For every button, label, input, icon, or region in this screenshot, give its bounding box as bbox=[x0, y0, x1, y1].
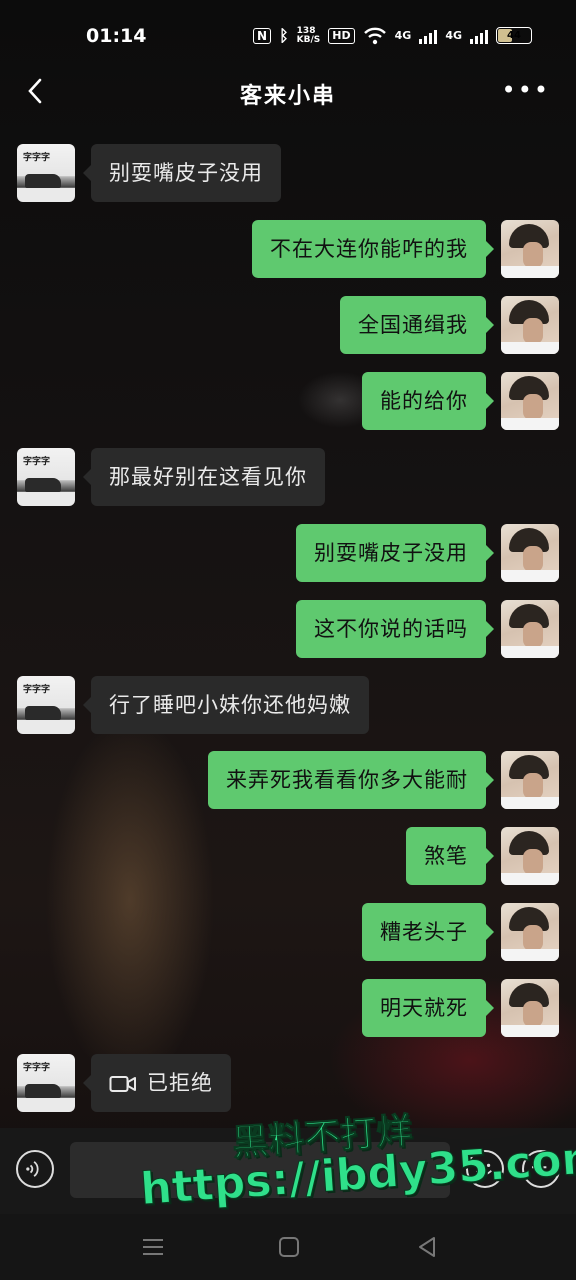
message-row: 来弄死我看看你多大能耐 bbox=[0, 751, 576, 809]
user-avatar[interactable] bbox=[501, 524, 559, 582]
wifi-icon bbox=[363, 27, 386, 44]
message-bubble-right[interactable]: 全国通缉我 bbox=[340, 296, 494, 354]
message-row: 能的给你 bbox=[0, 372, 576, 430]
video-call-status: 已拒绝 bbox=[147, 1071, 213, 1095]
network-type-1: 4G bbox=[394, 29, 412, 42]
status-bar: 01:14 N ᛒ 138 KB/S HD 4G 4G 44 bbox=[0, 0, 576, 72]
network-type-2: 4G bbox=[445, 29, 462, 42]
contact-avatar[interactable]: 字字字 bbox=[17, 144, 75, 202]
user-avatar[interactable] bbox=[501, 220, 559, 278]
user-avatar[interactable] bbox=[501, 827, 559, 885]
message-bubble-right[interactable]: 来弄死我看看你多大能耐 bbox=[208, 751, 494, 809]
battery-icon: 44 bbox=[496, 27, 532, 44]
message-row: 糟老头子 bbox=[0, 903, 576, 961]
message-bubble-left[interactable]: 那最好别在这看见你 bbox=[83, 448, 325, 506]
message-bubble-right[interactable]: 明天就死 bbox=[362, 979, 494, 1037]
message-bubble-right[interactable]: 煞笔 bbox=[406, 827, 494, 885]
chat-header: 客来小串 ••• bbox=[0, 72, 576, 112]
system-nav-bar bbox=[0, 1214, 576, 1280]
user-avatar[interactable] bbox=[501, 903, 559, 961]
status-icons: N ᛒ 138 KB/S HD 4G 4G 44 bbox=[253, 26, 532, 45]
user-avatar[interactable] bbox=[501, 979, 559, 1037]
menu-icon[interactable] bbox=[138, 1232, 168, 1262]
message-row: 这不你说的话吗 bbox=[0, 600, 576, 658]
user-avatar[interactable] bbox=[501, 600, 559, 658]
message-row: 字字字 那最好别在这看见你 bbox=[0, 448, 576, 506]
message-bubble-right[interactable]: 不在大连你能咋的我 bbox=[252, 220, 494, 278]
contact-avatar[interactable]: 字字字 bbox=[17, 448, 75, 506]
message-bubble-right[interactable]: 这不你说的话吗 bbox=[296, 600, 494, 658]
message-bubble-right[interactable]: 能的给你 bbox=[362, 372, 494, 430]
nfc-icon: N bbox=[253, 27, 272, 44]
speed-unit: KB/S bbox=[296, 34, 321, 45]
message-row: 不在大连你能咋的我 bbox=[0, 220, 576, 278]
back-icon[interactable] bbox=[412, 1232, 442, 1262]
user-avatar[interactable] bbox=[501, 372, 559, 430]
message-bubble-right[interactable]: 别耍嘴皮子没用 bbox=[296, 524, 494, 582]
user-avatar[interactable] bbox=[501, 296, 559, 354]
message-row: 煞笔 bbox=[0, 827, 576, 885]
status-time: 01:14 bbox=[86, 25, 147, 47]
message-bubble-right[interactable]: 糟老头子 bbox=[362, 903, 494, 961]
voice-input-icon[interactable] bbox=[16, 1150, 54, 1188]
video-call-bubble[interactable]: 已拒绝 bbox=[83, 1054, 231, 1112]
video-call-icon bbox=[109, 1076, 136, 1092]
contact-avatar[interactable]: 字字字 bbox=[17, 1054, 75, 1112]
message-row: 字字字 已拒绝 bbox=[0, 1054, 576, 1112]
signal-icon-1 bbox=[419, 28, 438, 44]
bluetooth-icon: ᛒ bbox=[279, 26, 289, 45]
home-icon[interactable] bbox=[274, 1232, 304, 1262]
signal-icon-2 bbox=[470, 28, 488, 44]
message-row: 别耍嘴皮子没用 bbox=[0, 524, 576, 582]
contact-avatar[interactable]: 字字字 bbox=[17, 676, 75, 734]
message-row: 字字字 别耍嘴皮子没用 bbox=[0, 144, 576, 202]
hd-badge: HD bbox=[328, 27, 355, 44]
more-options-icon[interactable]: ••• bbox=[502, 78, 550, 102]
message-bubble-left[interactable]: 行了睡吧小妹你还他妈嫩 bbox=[83, 676, 369, 734]
chat-title: 客来小串 bbox=[239, 84, 336, 109]
user-avatar[interactable] bbox=[501, 751, 559, 809]
message-row: 全国通缉我 bbox=[0, 296, 576, 354]
message-bubble-left[interactable]: 别耍嘴皮子没用 bbox=[83, 144, 281, 202]
message-row: 明天就死 bbox=[0, 979, 576, 1037]
battery-level: 44 bbox=[507, 30, 521, 41]
message-row: 字字字 行了睡吧小妹你还他妈嫩 bbox=[0, 676, 576, 734]
network-speed: 138 KB/S bbox=[296, 26, 321, 45]
